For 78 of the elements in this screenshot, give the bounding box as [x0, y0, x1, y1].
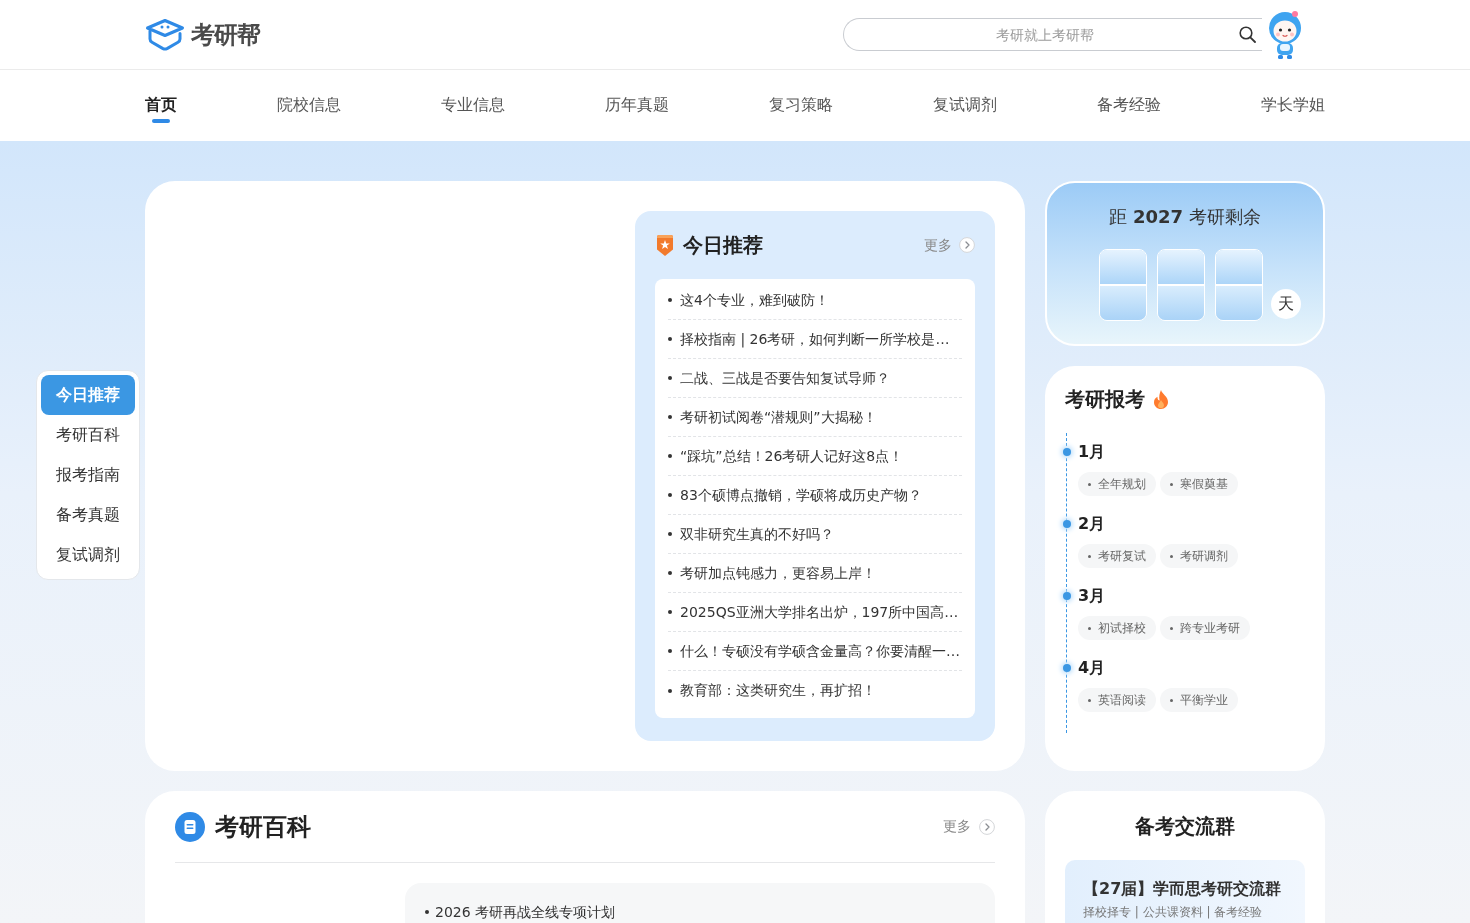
bullet-icon [668, 688, 672, 693]
bullet-icon [668, 376, 672, 380]
group-name: 【27届】学而思考研交流群 [1083, 878, 1283, 900]
star-badge-icon [655, 233, 675, 257]
article-link[interactable]: 考研初试阅卷“潜规则”大揭秘！ [668, 398, 962, 437]
month-label: 1月 [1078, 441, 1106, 463]
digit-tile [1157, 249, 1205, 321]
section-title: 今日推荐 [683, 232, 763, 259]
bullet-icon [668, 571, 672, 575]
flame-icon [1152, 388, 1170, 410]
topic-tag[interactable]: 考研复试 [1078, 544, 1156, 568]
topic-tag[interactable]: 平衡学业 [1160, 688, 1238, 712]
bullet-icon [1170, 698, 1173, 702]
article-link[interactable]: 双非研究生真的不好吗？ [668, 515, 962, 554]
topic-tag[interactable]: 全年规划 [1078, 472, 1156, 496]
chevron-right-icon [979, 818, 995, 835]
bullet-icon [668, 532, 672, 536]
section-title: 考研报考 [1065, 386, 1145, 413]
bullet-icon [668, 649, 672, 653]
month-label: 3月 [1078, 585, 1106, 607]
digit-tile [1215, 249, 1263, 321]
month-label: 4月 [1078, 657, 1106, 679]
search-icon[interactable] [1239, 26, 1256, 43]
bullet-icon [668, 298, 672, 302]
bullet-icon [668, 415, 672, 419]
bullet-icon [1088, 482, 1091, 486]
more-link[interactable]: 更多 [943, 816, 995, 837]
article-link[interactable]: “踩坑”总结！26考研人记好这8点！ [668, 437, 962, 476]
bullet-icon [1170, 482, 1173, 486]
document-icon [175, 811, 205, 842]
article-link[interactable]: 择校指南 | 26考研，如何判断一所学校是… [668, 320, 962, 359]
side-nav-item[interactable]: 考研百科 [41, 415, 135, 455]
group-card[interactable]: 【27届】学而思考研交流群 择校择专 | 公共课资料 | 备考经验 [1065, 860, 1305, 923]
topic-tag[interactable]: 考研调剂 [1160, 544, 1238, 568]
bullet-icon [668, 454, 672, 458]
topic-tag[interactable]: 跨专业考研 [1160, 616, 1250, 640]
group-tags: 择校择专 | 公共课资料 | 备考经验 [1083, 903, 1287, 921]
countdown-title: 距 2027 考研剩余 [1108, 205, 1262, 229]
article-link[interactable]: 83个硕博点撤销，学硕将成历史产物？ [668, 476, 962, 515]
month-label: 2月 [1078, 513, 1106, 535]
nav-tab[interactable]: 首页 [145, 88, 177, 123]
section-title: 备考交流群 [1134, 813, 1236, 840]
article-link[interactable]: 2025QS亚洲大学排名出炉，197所中国高… [668, 593, 962, 632]
bullet-icon [1088, 698, 1091, 702]
topic-tag[interactable]: 英语阅读 [1078, 688, 1156, 712]
side-nav-item[interactable]: 报考指南 [41, 455, 135, 495]
bullet-icon [668, 610, 672, 614]
section-title: 考研百科 [215, 811, 311, 843]
digit-tile [1099, 249, 1147, 321]
topic-tag[interactable]: 初试择校 [1078, 616, 1156, 640]
nav-tab[interactable]: 复试调剂 [933, 88, 997, 123]
nav-tab[interactable]: 备考经验 [1097, 88, 1161, 123]
article-link[interactable]: 二战、三战是否要告知复试导师？ [668, 359, 962, 398]
unit-label: 天 [1271, 289, 1301, 319]
search-field[interactable]: 考研就上考研帮 [843, 18, 1262, 51]
nav-tab[interactable]: 历年真题 [605, 88, 669, 123]
nav-tab[interactable]: 专业信息 [441, 88, 505, 123]
bullet-icon [1170, 554, 1173, 558]
graduation-cap-icon[interactable] [145, 17, 185, 52]
article-link[interactable]: 考研加点钝感力，更容易上岸！ [668, 554, 962, 593]
chevron-right-icon [959, 237, 975, 253]
article-link[interactable]: 教育部：这类研究生，再扩招！ [668, 671, 962, 710]
article-link[interactable]: 这4个专业，难到破防！ [668, 281, 962, 320]
nav-tab[interactable]: 院校信息 [277, 88, 341, 123]
bullet-icon [1170, 626, 1173, 630]
nav-tab[interactable]: 学长学姐 [1261, 88, 1325, 123]
topic-tag[interactable]: 寒假奠基 [1160, 472, 1238, 496]
article-link[interactable]: 2026 考研再战全线专项计划 [425, 902, 975, 922]
bullet-icon [668, 493, 672, 497]
logo-text[interactable]: 考研帮 [191, 19, 260, 50]
bullet-icon [425, 910, 429, 914]
side-nav-item[interactable]: 复试调剂 [41, 535, 135, 575]
bullet-icon [1088, 626, 1091, 630]
bullet-icon [1088, 554, 1091, 558]
side-nav-item[interactable]: 备考真题 [41, 495, 135, 535]
nav-tab[interactable]: 复习策略 [769, 88, 833, 123]
bullet-icon [668, 337, 672, 341]
article-link[interactable]: 什么！专硕没有学硕含金量高？你要清醒一… [668, 632, 962, 671]
